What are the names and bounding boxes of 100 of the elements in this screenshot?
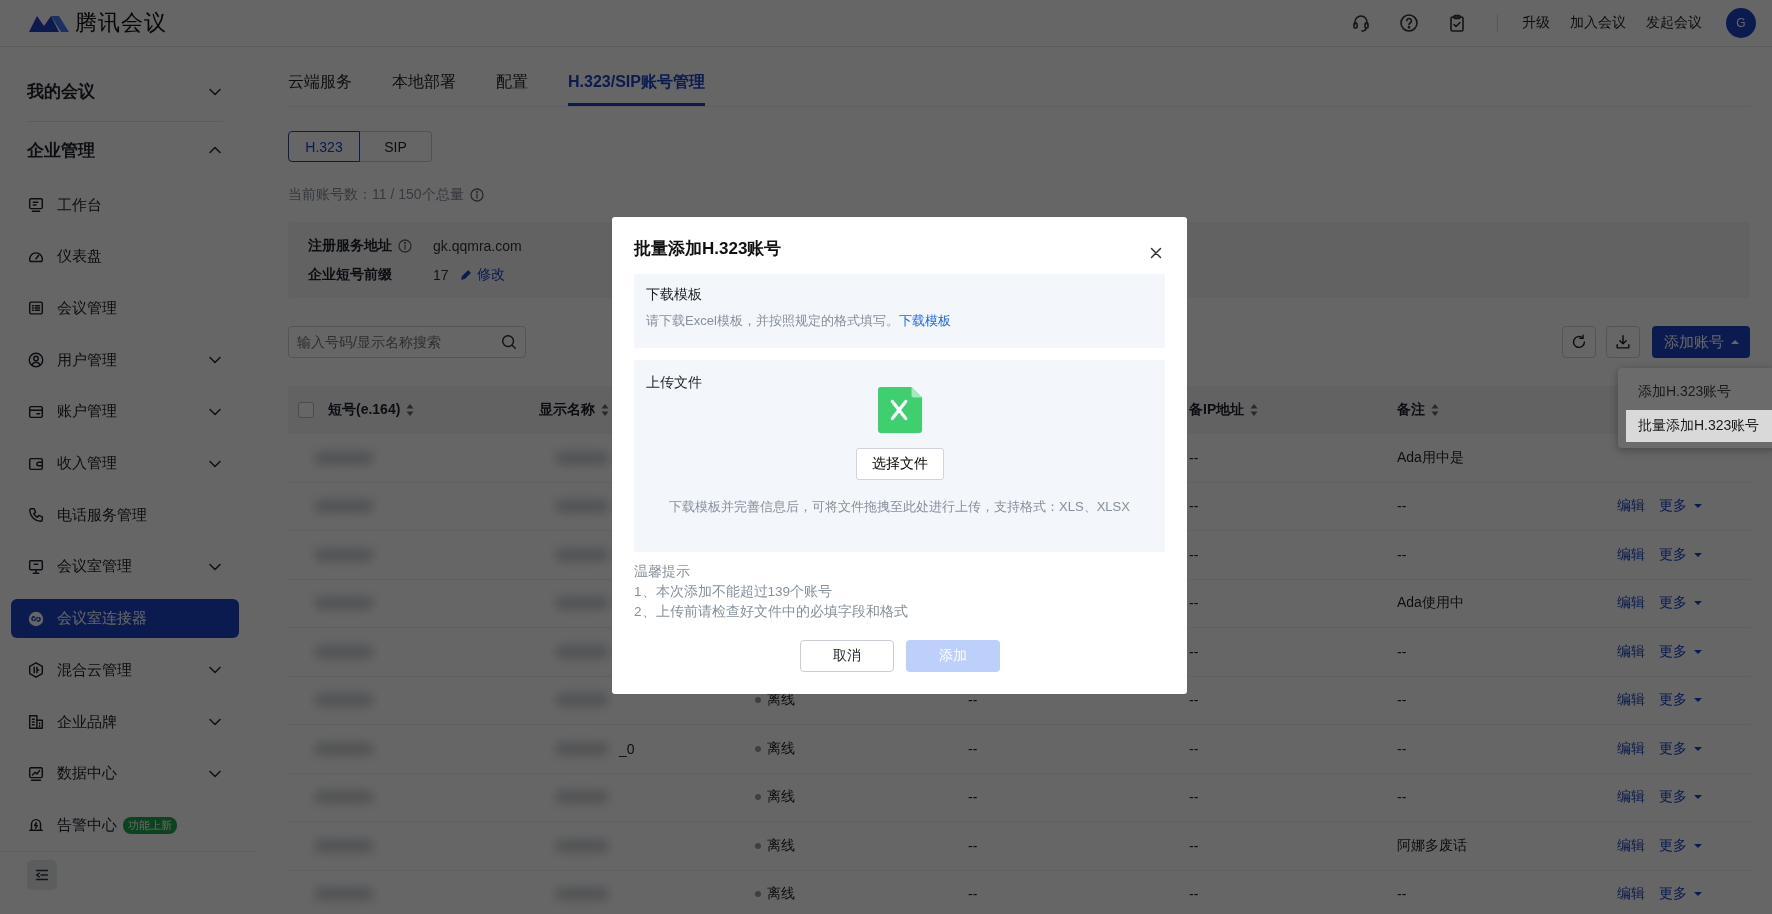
avatar[interactable]: G (1726, 8, 1756, 38)
collapse-button[interactable] (27, 860, 57, 891)
sidebar-item[interactable]: 会议室管理 (11, 547, 239, 587)
table-cell: -- (1397, 692, 1407, 709)
more-link[interactable]: 更多 (1659, 691, 1703, 710)
sort-icon[interactable] (1250, 403, 1259, 417)
header-link[interactable]: 加入会议 (1570, 14, 1626, 32)
more-link[interactable]: 更多 (1659, 739, 1703, 758)
table-cell: -- (1189, 886, 1199, 903)
table-cell: -- (1189, 643, 1199, 660)
headset-icon[interactable] (1351, 13, 1371, 33)
table-cell: -- (968, 886, 978, 903)
table-cell: -- (968, 740, 978, 757)
sidebar-item[interactable]: 收入管理 (11, 443, 239, 484)
table-cell: -- (968, 692, 978, 709)
edit-link[interactable]: 编辑 (1617, 642, 1645, 661)
sidebar-item[interactable]: 仪表盘 (11, 236, 239, 277)
edit-link[interactable]: 编辑 (1617, 885, 1645, 904)
item-label: 会议室连接器 (57, 609, 147, 629)
tab[interactable]: 本地部署 (392, 72, 456, 106)
item-label: 数据中心 (57, 764, 117, 784)
sort-icon[interactable] (406, 403, 415, 417)
sidebar-item[interactable]: 告警中心 功能上新 (11, 805, 239, 846)
table-cell: -- (1397, 886, 1407, 903)
table-cell: -- (1189, 449, 1199, 466)
sidebar-item[interactable]: 混合云管理 (11, 650, 239, 691)
sidebar-item[interactable]: 电话服务管理 (11, 495, 239, 536)
sidebar-item[interactable]: 会议室连接器 (11, 598, 239, 639)
more-link[interactable]: 更多 (1659, 642, 1703, 661)
select-all-checkbox[interactable] (298, 402, 314, 418)
menu-item[interactable]: 批量添加H.323账号 (1626, 410, 1772, 442)
item-label: 企业品牌 (57, 712, 117, 732)
sidebar-item[interactable]: 数据中心 (11, 753, 239, 794)
upload-area[interactable]: 上传文件 选择文件 下载模板并完善信息后，可将文件拖拽至此处进行上传，支持格式：XLS、XLSX (634, 360, 1165, 552)
add-account-button[interactable]: 添加账号 (1652, 326, 1750, 358)
edit-link[interactable]: 编辑 (1617, 545, 1645, 564)
download-button[interactable] (1606, 326, 1640, 358)
download-template-link[interactable]: 下载模板 (898, 313, 951, 328)
more-link[interactable]: 更多 (1659, 836, 1703, 855)
refresh-button[interactable] (1562, 326, 1596, 358)
table-cell: -- (1189, 837, 1199, 854)
item-label: 账户管理 (57, 402, 117, 422)
edit-link[interactable]: 编辑 (1617, 497, 1645, 516)
edit-link[interactable]: 编辑 (1617, 691, 1645, 710)
sidebar-item[interactable]: 会议管理 (11, 288, 239, 329)
item-label: 告警中心 (57, 815, 117, 835)
menu-item[interactable]: 添加H.323账号 (1626, 376, 1772, 408)
choose-file-button[interactable]: 选择文件 (855, 448, 944, 480)
dialog-title: 批量添加H.323账号 (634, 238, 782, 260)
building-icon (27, 713, 45, 732)
help-icon[interactable] (1399, 13, 1419, 33)
upload-hint: 下载模板并完善信息后，可将文件拖拽至此处进行上传，支持格式：XLS、XLSX (669, 498, 1130, 516)
clipboard-check-icon[interactable] (1447, 13, 1467, 33)
more-link[interactable]: 更多 (1659, 885, 1703, 904)
more-link[interactable]: 更多 (1659, 594, 1703, 613)
column-header[interactable]: 短号(e.164) (328, 401, 401, 419)
item-label: 混合云管理 (57, 660, 132, 680)
table-cell: Ada用中是 (1397, 448, 1464, 467)
tips-title: 温馨提示 (634, 563, 691, 581)
new-badge: 功能上新 (123, 816, 177, 834)
edit-link[interactable]: 编辑 (1617, 836, 1645, 855)
header-link[interactable]: 升级 (1522, 14, 1550, 32)
tab[interactable]: 配置 (496, 72, 528, 106)
table-cell: 离线 (767, 885, 795, 904)
header-link[interactable]: 发起会议 (1646, 14, 1702, 32)
sort-icon[interactable] (601, 403, 609, 417)
more-link[interactable]: 更多 (1659, 497, 1703, 516)
more-link[interactable]: 更多 (1659, 788, 1703, 807)
search-icon[interactable] (500, 333, 518, 351)
table-cell: Ada使用中 (1397, 594, 1464, 613)
field-value: 17 (433, 266, 449, 283)
cancel-button[interactable]: 取消 (799, 640, 894, 672)
info-icon[interactable] (468, 187, 485, 203)
edit-link[interactable]: 编辑 (1617, 739, 1645, 758)
sidebar-item[interactable]: 账户管理 (11, 391, 239, 432)
sidebar-item[interactable]: 用户管理 (11, 340, 239, 380)
item-label: 会议管理 (57, 298, 117, 318)
column-header[interactable]: 备注 (1397, 401, 1425, 419)
edit-link[interactable]: 修改 (458, 265, 505, 284)
info-icon[interactable] (397, 237, 413, 254)
table-cell: -- (1397, 546, 1407, 563)
tab[interactable]: H.323/SIP账号管理 (568, 72, 705, 106)
edit-link[interactable]: 编辑 (1617, 594, 1645, 613)
protocol-toggle[interactable]: H.323 (288, 131, 360, 162)
table-cell: -- (968, 837, 978, 854)
section-title: 企业管理 (27, 139, 95, 162)
edit-link[interactable]: 编辑 (1617, 788, 1645, 807)
sidebar-section[interactable]: 我的会议 (0, 63, 255, 121)
column-header[interactable]: 显示名称 (539, 401, 595, 419)
spreadsheet-file-icon (877, 386, 922, 434)
protocol-toggle[interactable]: SIP (360, 131, 432, 162)
section-title: 下载模板 (646, 286, 703, 304)
sidebar-item[interactable]: 企业品牌 (11, 702, 239, 742)
column-header[interactable]: 备IP地址 (1189, 401, 1245, 419)
sidebar-item[interactable]: 工作台 (11, 185, 239, 225)
item-label: 收入管理 (57, 454, 117, 473)
tab[interactable]: 云端服务 (288, 72, 352, 106)
sort-icon[interactable] (1431, 403, 1439, 417)
more-link[interactable]: 更多 (1659, 545, 1703, 564)
item-label: 会议室管理 (57, 557, 132, 577)
